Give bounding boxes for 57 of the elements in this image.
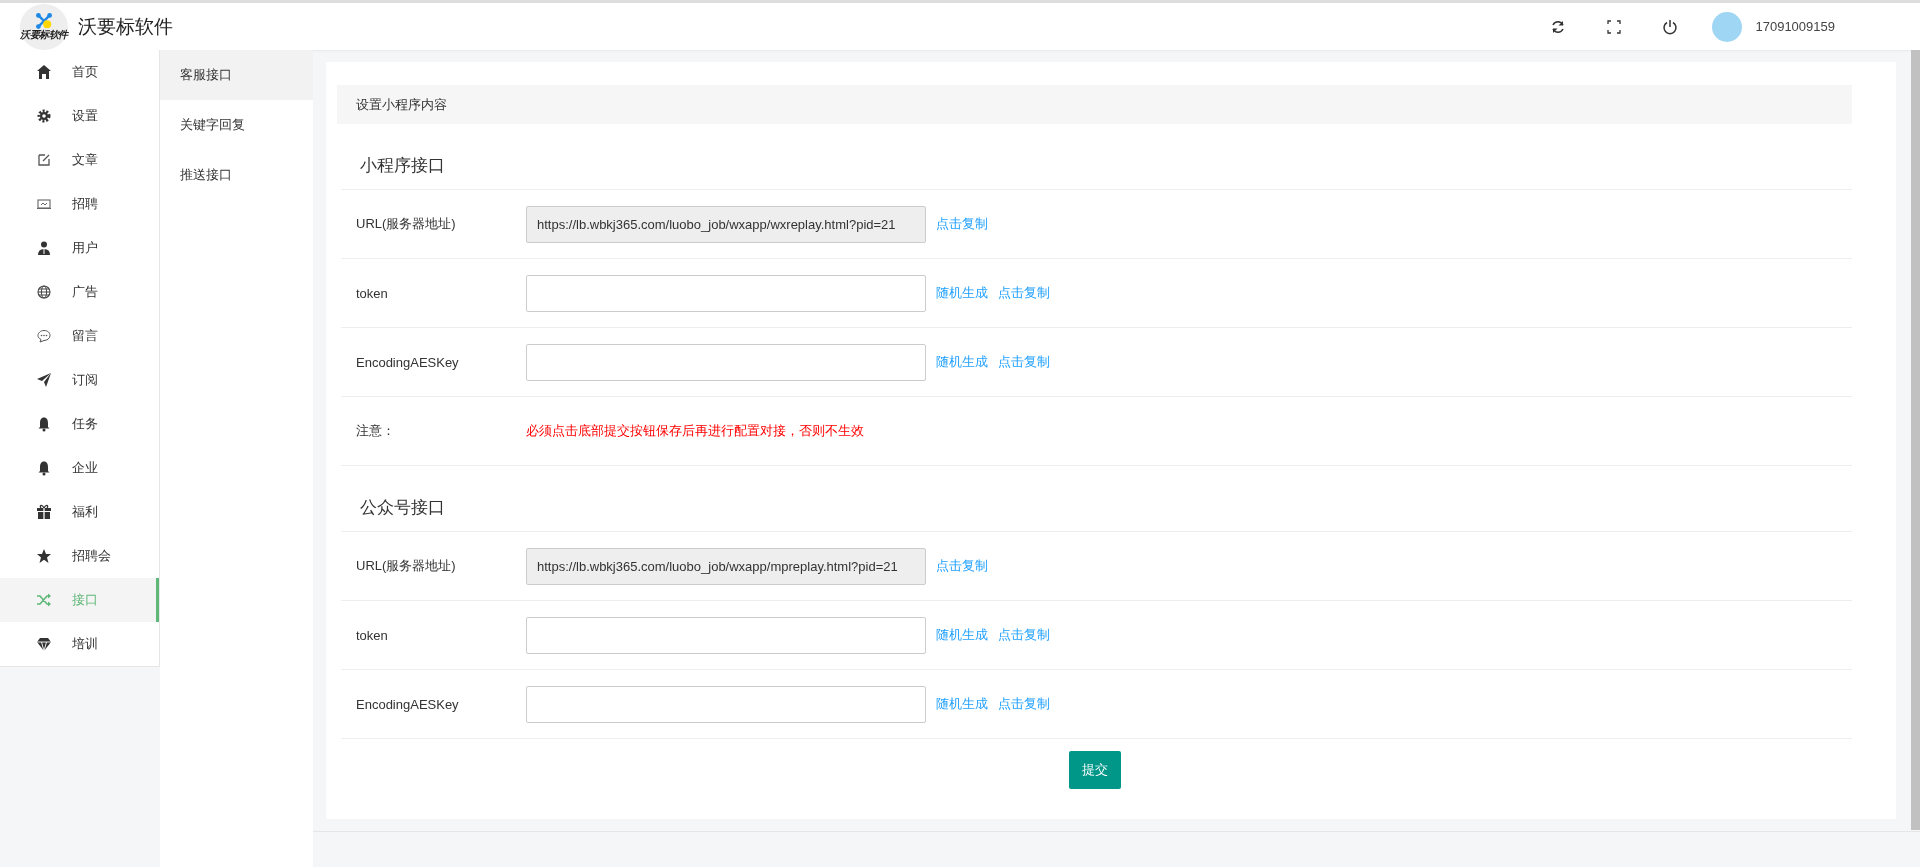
field-label: token	[355, 285, 389, 301]
power-icon[interactable]	[1662, 18, 1679, 35]
app-title: 沃要标软件	[78, 14, 173, 39]
field-label: URL(服务器地址)	[355, 557, 457, 575]
paper-plane-icon	[36, 372, 52, 388]
globe-icon	[36, 284, 52, 300]
warning-text: 必须点击底部提交按钮保存后再进行配置对接，否则不生效	[526, 422, 864, 440]
shuffle-icon	[36, 592, 52, 608]
input-field[interactable]	[526, 616, 926, 654]
bell-icon	[36, 460, 52, 476]
subnav-item[interactable]: 推送接口	[160, 150, 313, 200]
field-label: URL(服务器地址)	[355, 215, 457, 233]
star-icon	[36, 548, 52, 564]
sidebar-item[interactable]: 培训	[0, 622, 159, 666]
sidebar-item[interactable]: 任务	[0, 402, 159, 446]
field-label: EncodingAESKey	[355, 354, 460, 370]
username[interactable]: 17091009159	[1755, 19, 1835, 34]
monitor-icon	[36, 196, 52, 212]
sidebar-item[interactable]: 留言	[0, 314, 159, 358]
field-label: EncodingAESKey	[355, 696, 460, 712]
field-label: token	[355, 627, 389, 643]
sidebar-item[interactable]: 招聘	[0, 182, 159, 226]
bell-icon	[36, 416, 52, 432]
input-field[interactable]	[526, 343, 926, 381]
sidebar-item[interactable]: 首页	[0, 50, 159, 94]
avatar[interactable]	[1712, 11, 1743, 42]
subnav-item[interactable]: 客服接口	[160, 50, 313, 100]
fullscreen-icon[interactable]	[1606, 18, 1623, 35]
sidebar-item[interactable]: 企业	[0, 446, 159, 490]
sidebar-item[interactable]: 福利	[0, 490, 159, 534]
refresh-icon[interactable]	[1550, 18, 1567, 35]
url-field[interactable]: https://lb.wbkj365.com/luobo_job/wxapp/mpreplay.html?pid=21	[526, 547, 926, 585]
user-icon	[36, 240, 52, 256]
home-icon	[36, 64, 52, 80]
logo-text: 沃要标软件	[20, 29, 68, 40]
chat-icon	[36, 328, 52, 344]
diamond-icon	[36, 636, 52, 652]
sidebar-item[interactable]: 用户	[0, 226, 159, 270]
scrollbar[interactable]	[1911, 50, 1920, 830]
sidebar-item[interactable]: 设置	[0, 94, 159, 138]
gift-icon	[36, 504, 52, 520]
sidebar-item[interactable]: 文章	[0, 138, 159, 182]
input-field[interactable]	[526, 274, 926, 312]
url-field[interactable]: https://lb.wbkj365.com/luobo_job/wxapp/wxreplay.html?pid=21	[526, 205, 926, 243]
sidebar-item[interactable]: 订阅	[0, 358, 159, 402]
gear-icon	[36, 108, 52, 124]
panel-heading: 设置小程序内容	[337, 85, 1852, 124]
input-field[interactable]	[526, 685, 926, 723]
sidebar-item[interactable]: 招聘会	[0, 534, 159, 578]
section-title: 公众号接口	[341, 466, 1852, 532]
sidebar-item[interactable]: 广告	[0, 270, 159, 314]
edit-icon	[36, 152, 52, 168]
field-label: 注意：	[355, 422, 396, 440]
logo-mark-icon	[35, 13, 53, 29]
section-title: 小程序接口	[341, 124, 1852, 190]
submit-button[interactable]: 提交	[1068, 751, 1121, 789]
subnav-item[interactable]: 关键字回复	[160, 100, 313, 150]
